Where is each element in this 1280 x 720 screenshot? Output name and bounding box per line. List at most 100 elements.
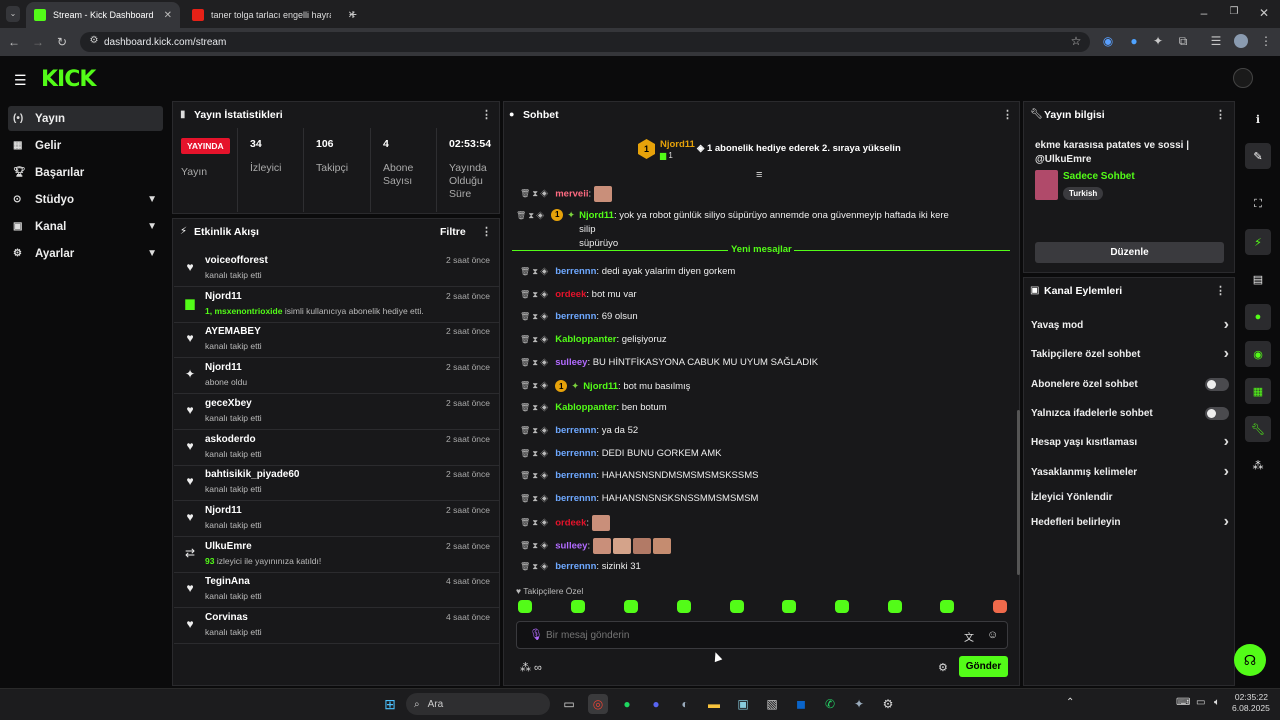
filter-button[interactable]: Filtre <box>440 226 466 238</box>
moderation-icons[interactable]: 🗑︎ ⧗ ◈ <box>520 267 548 277</box>
send-button[interactable]: Gönder <box>959 656 1008 677</box>
keyboard-icon[interactable]: ⌨ <box>1176 697 1190 708</box>
activity-username[interactable]: askoderdo <box>205 434 256 445</box>
tray-chevron-icon[interactable]: ⌃ <box>1066 697 1074 708</box>
toggle-switch[interactable] <box>1205 377 1229 391</box>
collapse-pinned-icon[interactable]: ≡ <box>756 169 762 181</box>
chat-username[interactable]: berrennn <box>555 266 596 277</box>
translate-icon[interactable]: 文 <box>964 629 974 644</box>
activity-username[interactable]: Njord11 <box>205 362 242 373</box>
chat-message[interactable]: 🗑︎ ⧗ ◈ Kabloppanter: gelişiyoruz <box>520 334 1010 345</box>
moderation-icons[interactable]: 🗑︎ ⧗ ◈ <box>520 471 548 481</box>
chat-username[interactable]: sulleey <box>555 541 587 552</box>
activity-item[interactable]: ♥ AYEMABEY kanalı takip etti 2 saat önce <box>174 322 500 359</box>
task-view-icon[interactable]: ▭ <box>559 694 579 714</box>
extension-icon[interactable]: ✦ <box>1150 34 1166 48</box>
minimize-icon[interactable]: – <box>1196 6 1212 20</box>
volume-icon[interactable]: 🔈︎ <box>1214 697 1220 708</box>
chat-message[interactable]: 🗑︎ ⧗ ◈ Kabloppanter: ben botum <box>520 402 1010 413</box>
close-icon[interactable]: ✕ <box>164 10 172 21</box>
moderation-icons[interactable]: 🗑︎ ⧗ ◈ <box>520 494 548 504</box>
site-info-icon[interactable]: ⚙ <box>86 35 102 46</box>
moderation-icons[interactable]: 🗑︎ ⧗ ◈ <box>520 562 548 572</box>
layout-icon[interactable]: ▦ <box>1245 378 1271 404</box>
tab-kick-dashboard[interactable]: Stream - Kick Dashboard ✕ <box>26 2 180 28</box>
emote-button[interactable] <box>888 600 902 613</box>
notes-icon[interactable]: ▤ <box>1245 266 1271 292</box>
moderation-icons[interactable]: 🗑︎ ⧗ ◈ <box>520 426 548 436</box>
address-bar[interactable]: dashboard.kick.com/stream <box>80 32 1090 52</box>
chat-username[interactable]: ordeek <box>555 518 586 529</box>
emote-button[interactable] <box>782 600 796 613</box>
moderation-icons[interactable]: 🗑︎ ⧗ ◈ <box>520 541 548 551</box>
activity-item[interactable]: ♥ TeginAna kanalı takip etti 4 saat önce <box>174 572 500 609</box>
forward-icon[interactable]: → <box>30 35 46 49</box>
toggle-switch[interactable] <box>1205 406 1229 420</box>
moderation-icons[interactable]: 🗑︎ ⧗ ◈ <box>520 312 548 322</box>
chat-message[interactable]: 🗑︎ ⧗ ◈ sulleey: BU HİNTFİKASYONA CABUK MU… <box>520 357 1010 368</box>
chat-username[interactable]: berrennn <box>555 425 596 436</box>
channel-action-item[interactable]: Yalnızca ifadelerle sohbet <box>1031 406 1229 420</box>
chat-username[interactable]: merveii <box>555 189 588 200</box>
chrome-icon[interactable]: ◎ <box>588 694 608 714</box>
activity-username[interactable]: Njord11 <box>205 291 242 302</box>
more-options-icon[interactable]: ⋮ <box>481 108 492 121</box>
extension-icon[interactable]: ◉ <box>1100 34 1116 48</box>
moderation-icons[interactable]: 🗑︎ ⧗ ◈ <box>520 381 548 391</box>
chat-scrollbar[interactable] <box>1017 410 1020 575</box>
reload-icon[interactable]: ↻ <box>54 35 70 49</box>
more-options-icon[interactable]: ⋮ <box>481 225 492 238</box>
chat-username[interactable]: Kabloppanter <box>555 334 616 345</box>
profile-avatar[interactable] <box>1234 34 1248 48</box>
kick-points-icon[interactable]: ⁂ <box>1245 452 1271 478</box>
chat-message[interactable]: 🗑︎ ⧗ ◈ berrennn: HAHANSNSNSKSNSSMMSMSMSM <box>520 493 1010 504</box>
edit-pencil-icon[interactable]: ✎ <box>1245 143 1271 169</box>
emote-button[interactable] <box>518 600 532 613</box>
activity-item[interactable]: ▆ Njord11 1, msxenontrioxide isimli kullan… <box>174 287 500 323</box>
microphone-icon[interactable]: 🎙︎ <box>529 628 543 641</box>
activity-username[interactable]: TeginAna <box>205 576 250 587</box>
chat-message[interactable]: 🗑︎ ⧗ ◈ 1 ✦ Njord11: bot mu basılmış <box>520 380 1010 392</box>
chat-message[interactable]: 🗑︎ ⧗ ◈ berrennn: 69 olsun <box>520 311 1010 322</box>
emote-button[interactable] <box>677 600 691 613</box>
channel-action-item[interactable]: Takipçilere özel sohbet › <box>1031 345 1229 362</box>
moderation-icons[interactable]: 🗑︎ ⧗ ◈ <box>520 358 548 368</box>
app-icon[interactable]: ▣ <box>733 694 753 714</box>
chat-username[interactable]: berrennn <box>555 561 596 572</box>
emoji-icon[interactable]: ☺ <box>987 629 998 641</box>
chat-bubble-icon[interactable]: ● <box>1245 304 1271 330</box>
activity-item[interactable]: ⇄ UlkuEmre 93 izleyici ile yayınınıza katı… <box>174 537 500 573</box>
emote-button[interactable] <box>730 600 744 613</box>
kick-logo[interactable]: KICK <box>41 67 96 92</box>
windows-start-icon[interactable]: ⊞ <box>380 694 400 714</box>
spotify-icon[interactable]: ● <box>617 694 637 714</box>
chat-message[interactable]: 🗑︎ ⧗ ◈ ordeek: <box>520 515 1010 531</box>
clock[interactable]: 02:35:22 6.08.2025 <box>1232 692 1270 714</box>
activity-username[interactable]: AYEMABEY <box>205 326 261 337</box>
support-headset-icon[interactable]: ☊ <box>1234 644 1266 676</box>
new-tab-icon[interactable]: + <box>345 6 361 22</box>
extensions-puzzle-icon[interactable]: ⧉ <box>1175 34 1191 49</box>
bookmark-star-icon[interactable]: ☆ <box>1068 34 1084 48</box>
restore-icon[interactable]: ❐ <box>1226 6 1242 17</box>
chat-username[interactable]: ordeek <box>555 289 586 300</box>
broadcast-icon[interactable]: ◉ <box>1245 341 1271 367</box>
tab-youtube[interactable]: taner tolga tarlacı engelli hayra ✕ <box>184 2 364 28</box>
chat-message[interactable]: 🗑︎ ⧗ ◈ berrennn: sizinki 31 <box>520 561 1010 572</box>
more-options-icon[interactable]: ⋮ <box>1215 108 1226 121</box>
steam-icon[interactable]: ◐ <box>675 694 695 714</box>
activity-username[interactable]: Corvinas <box>205 612 248 623</box>
chat-username[interactable]: berrennn <box>555 470 596 481</box>
emote-button[interactable] <box>940 600 954 613</box>
kick-points-icon[interactable]: ⁂ ∞ <box>520 661 542 674</box>
channel-action-item[interactable]: Yavaş mod › <box>1031 316 1229 333</box>
activity-username[interactable]: geceXbey <box>205 398 252 409</box>
chat-username[interactable]: Kabloppanter <box>555 402 616 413</box>
sidebar-item-basarilar[interactable]: 🏆︎ Başarılar <box>8 160 163 185</box>
user-avatar[interactable] <box>1233 68 1253 88</box>
hamburger-menu-icon[interactable]: ☰ <box>14 72 27 89</box>
chat-message[interactable]: 🗑︎ ⧗ ◈ ordeek: bot mu var <box>520 289 1010 300</box>
whatsapp-icon[interactable]: ✆ <box>820 694 840 714</box>
activity-item[interactable]: ♥ bahtisikik_piyade60 kanalı takip etti 2 s… <box>174 465 500 502</box>
discord-icon[interactable]: ● <box>646 694 666 714</box>
